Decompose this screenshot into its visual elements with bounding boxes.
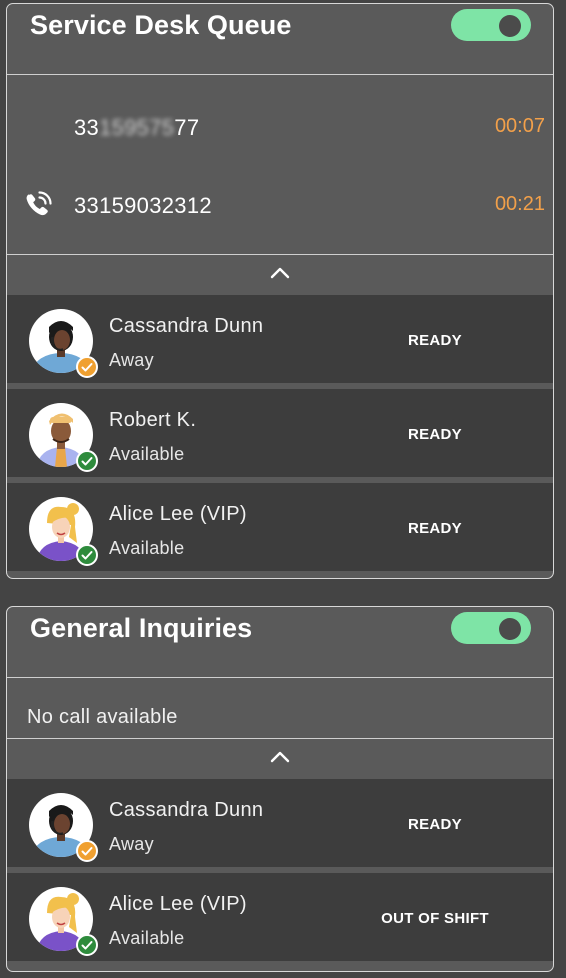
check-badge-icon	[76, 450, 98, 472]
agent-presence: Away	[109, 350, 154, 370]
call-wait-timer: 00:07	[494, 115, 545, 137]
agent-name: Cassandra Dunn	[109, 315, 264, 337]
agent-status: READY	[407, 816, 462, 833]
redacted-digits: 159575	[99, 115, 175, 140]
agent-status: READY	[407, 426, 462, 443]
call-wait-timer: 00:21	[494, 193, 545, 215]
phone-ringing-icon	[26, 191, 52, 216]
queue-enable-toggle[interactable]	[451, 612, 531, 644]
agent-row[interactable]: Alice Lee (VIP) Available READY	[7, 483, 553, 571]
queue-header: Service Desk Queue	[7, 4, 553, 75]
agent-status: READY	[407, 332, 462, 349]
queue-panel-service-desk: Service Desk Queue 3315957577 00:07 3315…	[6, 3, 554, 579]
agent-presence: Available	[109, 444, 185, 464]
chevron-up-icon	[270, 751, 290, 763]
queue-panel-general-inquiries: General Inquiries No call available Cass…	[6, 606, 554, 972]
chevron-up-icon	[270, 267, 290, 279]
agent-row[interactable]: Robert K. Available READY	[7, 389, 553, 483]
agent-name: Alice Lee (VIP)	[109, 503, 247, 525]
queue-header: General Inquiries	[7, 607, 553, 678]
call-number: 33159032312	[74, 193, 212, 218]
check-badge-icon	[76, 840, 98, 862]
no-call-message: No call available	[27, 706, 178, 728]
check-badge-icon	[76, 934, 98, 956]
agent-name: Robert K.	[109, 409, 197, 431]
waiting-calls-list: No call available	[7, 678, 553, 739]
queue-title: General Inquiries	[30, 613, 253, 643]
waiting-call-row[interactable]: 33159032312 00:21	[7, 185, 553, 225]
waiting-call-row[interactable]: 3315957577 00:07	[7, 107, 553, 147]
toggle-knob	[499, 15, 521, 37]
check-badge-icon	[76, 544, 98, 566]
queue-title: Service Desk Queue	[30, 10, 292, 40]
toggle-knob	[499, 618, 521, 640]
agent-status: OUT OF SHIFT	[381, 910, 489, 927]
agent-status: READY	[407, 520, 462, 537]
agent-presence: Available	[109, 928, 185, 948]
call-number: 3315957577	[74, 115, 200, 140]
check-badge-icon	[76, 356, 98, 378]
queue-enable-toggle[interactable]	[451, 9, 531, 41]
agent-name: Cassandra Dunn	[109, 799, 264, 821]
waiting-calls-list: 3315957577 00:07 33159032312 00:21	[7, 75, 553, 255]
agent-row[interactable]: Cassandra Dunn Away READY	[7, 295, 553, 389]
agent-name: Alice Lee (VIP)	[109, 893, 247, 915]
agent-presence: Away	[109, 834, 154, 854]
agent-presence: Available	[109, 538, 185, 558]
collapse-agents-button[interactable]	[7, 255, 553, 295]
agent-row[interactable]: Cassandra Dunn Away READY	[7, 779, 553, 873]
collapse-agents-button[interactable]	[7, 739, 553, 779]
agent-row[interactable]: Alice Lee (VIP) Available OUT OF SHIFT	[7, 873, 553, 961]
